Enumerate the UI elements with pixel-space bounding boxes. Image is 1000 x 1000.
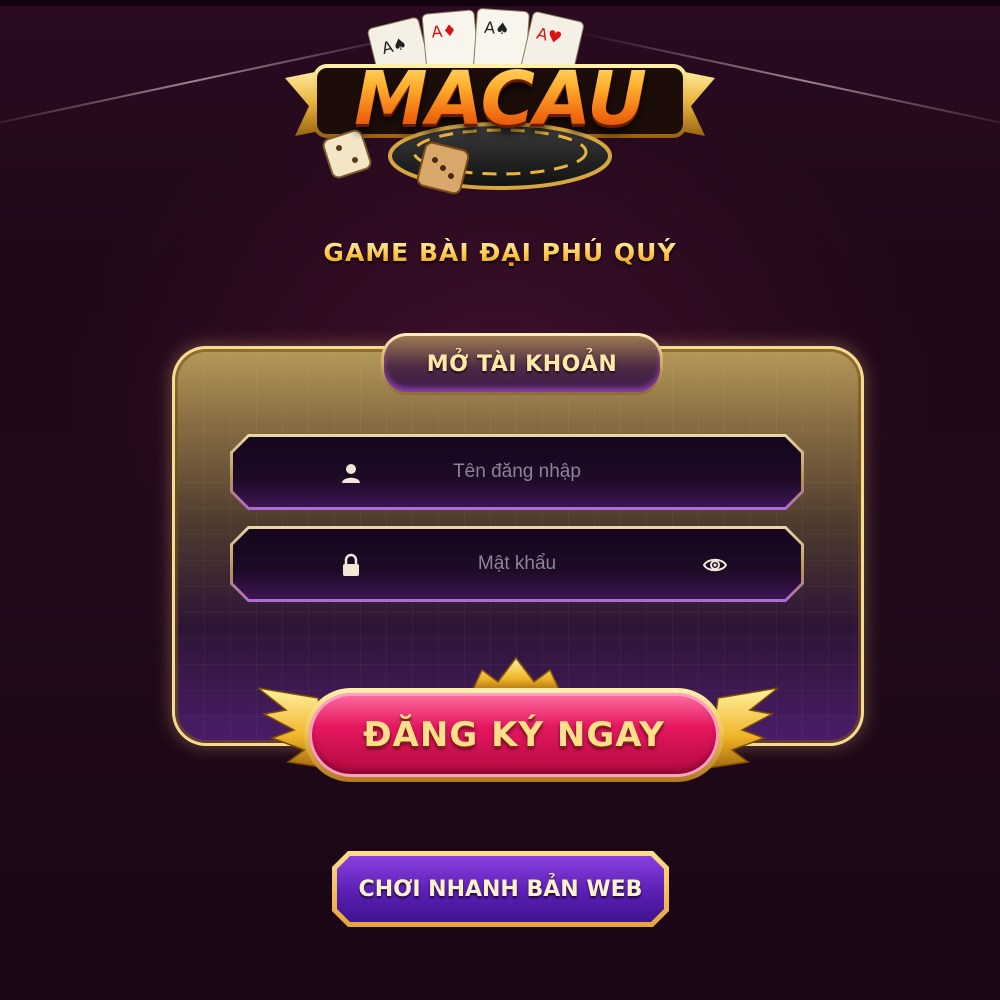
register-now-button-face[interactable]: ĐĂNG KÝ NGAY: [309, 693, 719, 777]
username-field[interactable]: Tên đăng nhập: [230, 434, 804, 510]
play-web-label[interactable]: CHƠI NHANH BẢN WEB: [359, 877, 643, 902]
username-placeholder[interactable]: Tên đăng nhập: [233, 437, 801, 507]
panel-header-plate: MỞ TÀI KHOẢN: [384, 336, 660, 392]
register-now-label[interactable]: ĐĂNG KÝ NGAY: [363, 715, 665, 755]
play-web-button[interactable]: CHƠI NHANH BẢN WEB: [332, 851, 669, 927]
panel-header: MỞ TÀI KHOẢN: [381, 333, 663, 395]
password-field-box[interactable]: Mật khẩu: [233, 529, 801, 599]
tagline: GAME BÀI ĐẠI PHÚ QUÝ: [0, 238, 1000, 267]
username-field-box[interactable]: Tên đăng nhập: [233, 437, 801, 507]
eye-icon[interactable]: [703, 553, 727, 577]
password-field[interactable]: Mật khẩu: [230, 526, 804, 602]
play-web-button-face[interactable]: CHƠI NHANH BẢN WEB: [337, 856, 664, 922]
svg-text:A♦: A♦: [431, 20, 458, 41]
top-edge: [0, 0, 1000, 6]
panel-title: MỞ TÀI KHOẢN: [426, 351, 618, 377]
register-now-button[interactable]: ĐĂNG KÝ NGAY: [304, 688, 724, 782]
logo-wordmark: MACAU: [275, 56, 725, 142]
svg-text:A♠: A♠: [484, 18, 511, 39]
macau-logo: A♠ A♦ A♠ A♥ MACAU: [275, 8, 725, 198]
